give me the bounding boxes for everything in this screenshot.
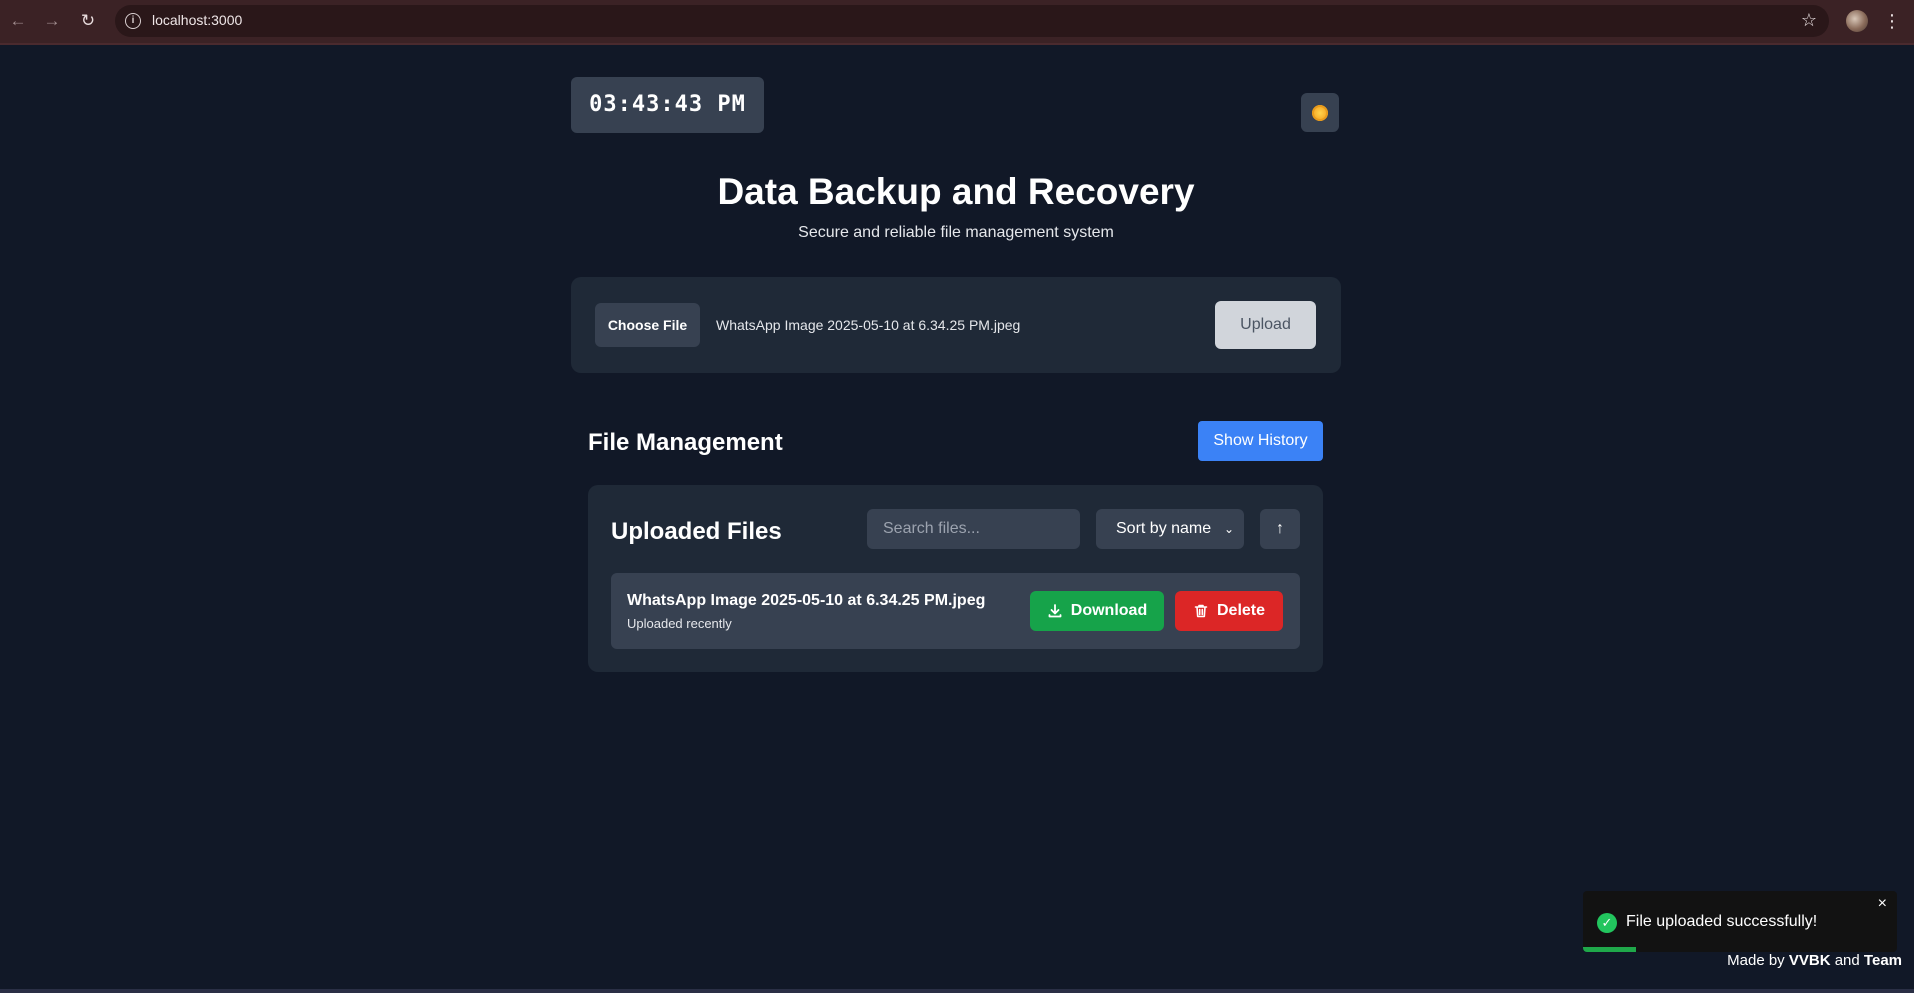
credit-made-by: Made by — [1727, 952, 1785, 969]
upload-card: Choose File WhatsApp Image 2025-05-10 at… — [571, 277, 1341, 373]
sort-select[interactable]: Sort by name ⌄ — [1096, 509, 1244, 549]
close-icon[interactable]: × — [1878, 895, 1887, 913]
sort-direction-button[interactable]: ↑ — [1260, 509, 1300, 549]
delete-label: Delete — [1216, 602, 1266, 619]
reload-icon[interactable]: ↻ — [77, 10, 99, 32]
browser-toolbar: ← → ↻ i localhost:3000 ☆ ⋮ — [0, 0, 1914, 45]
download-label: Download — [1070, 602, 1148, 619]
address-bar[interactable]: i localhost:3000 ☆ — [115, 5, 1829, 37]
page-subtitle: Secure and reliable file management syst… — [798, 224, 1114, 241]
sort-select-value: Sort by name — [1116, 520, 1212, 537]
selected-file-name: WhatsApp Image 2025-05-10 at 6.34.25 PM.… — [716, 317, 1021, 333]
search-input[interactable] — [867, 509, 1080, 549]
sun-icon — [1312, 104, 1328, 121]
info-icon[interactable]: i — [125, 13, 141, 29]
download-button[interactable]: Download — [1030, 591, 1164, 631]
upload-button[interactable]: Upload — [1215, 301, 1316, 349]
chevron-down-icon: ⌄ — [1223, 522, 1234, 536]
star-icon[interactable]: ☆ — [1801, 10, 1817, 31]
credit-and: and — [1834, 952, 1860, 969]
file-status: Uploaded recently — [627, 616, 732, 631]
show-history-button[interactable]: Show History — [1198, 421, 1323, 461]
delete-button[interactable]: Delete — [1175, 591, 1283, 631]
file-list-item: WhatsApp Image 2025-05-10 at 6.34.25 PM.… — [611, 573, 1300, 649]
success-toast: ✓ File uploaded successfully! × — [1583, 891, 1897, 952]
uploaded-files-title: Uploaded Files — [611, 518, 782, 545]
page-title: Data Backup and Recovery — [717, 171, 1195, 212]
toast-message: File uploaded successfully! — [1626, 913, 1818, 930]
profile-avatar[interactable] — [1846, 10, 1868, 32]
trash-icon — [1194, 604, 1208, 618]
back-icon[interactable]: ← — [7, 10, 29, 32]
bottom-border — [0, 989, 1914, 993]
forward-icon[interactable]: → — [41, 10, 63, 32]
file-name: WhatsApp Image 2025-05-10 at 6.34.25 PM.… — [627, 592, 986, 609]
choose-file-button[interactable]: Choose File — [595, 303, 700, 347]
url-text[interactable]: localhost:3000 — [152, 12, 242, 28]
theme-toggle-button[interactable] — [1301, 93, 1339, 132]
file-management-title: File Management — [588, 429, 783, 456]
toast-progress-bar — [1583, 947, 1637, 952]
credit-name-1: VVBK — [1788, 952, 1831, 969]
clock-display: 03:43:43 PM — [571, 77, 764, 133]
download-icon — [1048, 604, 1062, 618]
footer-credit: Made by VVBK and Team — [1727, 952, 1902, 969]
more-vertical-icon[interactable]: ⋮ — [1883, 9, 1901, 33]
check-circle-icon: ✓ — [1597, 913, 1617, 933]
credit-name-2: Team — [1863, 952, 1902, 969]
uploaded-files-card: Uploaded Files Sort by name ⌄ ↑ WhatsApp… — [588, 485, 1323, 672]
